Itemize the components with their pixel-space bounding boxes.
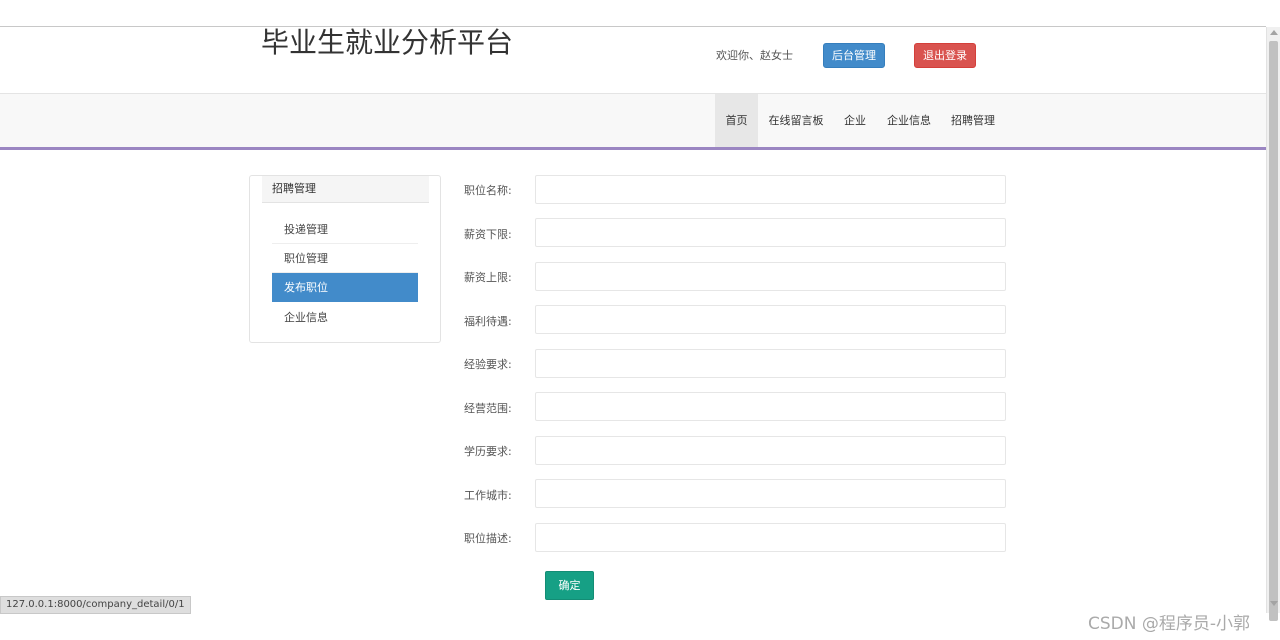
browser-status-url: 127.0.0.1:8000/company_detail/0/1 <box>0 596 191 614</box>
experience-input[interactable] <box>535 349 1006 378</box>
field-label-benefits: 福利待遇: <box>464 315 512 328</box>
nav-item-company[interactable]: 企业 <box>838 94 872 147</box>
city-input[interactable] <box>535 479 1006 508</box>
sidebar-item-positions[interactable]: 职位管理 <box>272 244 418 273</box>
field-label-experience: 经验要求: <box>464 358 512 371</box>
sidebar-heading: 招聘管理 <box>262 176 429 203</box>
nav-item-message-board[interactable]: 在线留言板 <box>764 94 828 147</box>
sidebar-item-company-info[interactable]: 企业信息 <box>272 303 418 332</box>
vertical-scrollbar[interactable] <box>1266 27 1280 621</box>
benefits-input[interactable] <box>535 305 1006 334</box>
sidebar-item-applications[interactable]: 投递管理 <box>272 215 418 244</box>
scroll-down-arrow-icon[interactable] <box>1270 601 1278 606</box>
field-label-city: 工作城市: <box>464 489 512 502</box>
nav-item-recruitment[interactable]: 招聘管理 <box>946 94 1000 147</box>
welcome-text: 欢迎你、赵女士 <box>716 49 793 62</box>
salary-min-input[interactable] <box>535 218 1006 247</box>
job-title-input[interactable] <box>535 175 1006 204</box>
nav-item-home[interactable]: 首页 <box>715 94 758 147</box>
nav-item-company-info[interactable]: 企业信息 <box>882 94 936 147</box>
logout-button[interactable]: 退出登录 <box>914 43 976 68</box>
field-label-salary-max: 薪资上限: <box>464 271 512 284</box>
admin-button[interactable]: 后台管理 <box>823 43 885 68</box>
field-label-job-title: 职位名称: <box>464 184 512 197</box>
scroll-thumb[interactable] <box>1269 41 1278 621</box>
salary-max-input[interactable] <box>535 262 1006 291</box>
navbar-accent-line <box>0 147 1266 150</box>
scroll-up-arrow-icon[interactable] <box>1270 30 1278 35</box>
field-label-education: 学历要求: <box>464 445 512 458</box>
site-title[interactable]: 毕业生就业分析平台 <box>261 27 513 59</box>
submit-button[interactable]: 确定 <box>545 571 594 600</box>
site-header: 毕业生就业分析平台 欢迎你、赵女士 后台管理 退出登录 <box>0 27 1266 94</box>
business-scope-input[interactable] <box>535 392 1006 421</box>
field-label-description: 职位描述: <box>464 532 512 545</box>
field-label-salary-min: 薪资下限: <box>464 228 512 241</box>
education-input[interactable] <box>535 436 1006 465</box>
main-navbar: 首页 在线留言板 企业 企业信息 招聘管理 <box>0 94 1266 147</box>
sidebar-panel: 招聘管理 投递管理 职位管理 发布职位 企业信息 <box>249 175 441 343</box>
watermark: CSDN @程序员-小郭 <box>1088 614 1251 634</box>
sidebar-item-post-job[interactable]: 发布职位 <box>272 273 418 302</box>
description-input[interactable] <box>535 523 1006 552</box>
field-label-business-scope: 经营范围: <box>464 402 512 415</box>
